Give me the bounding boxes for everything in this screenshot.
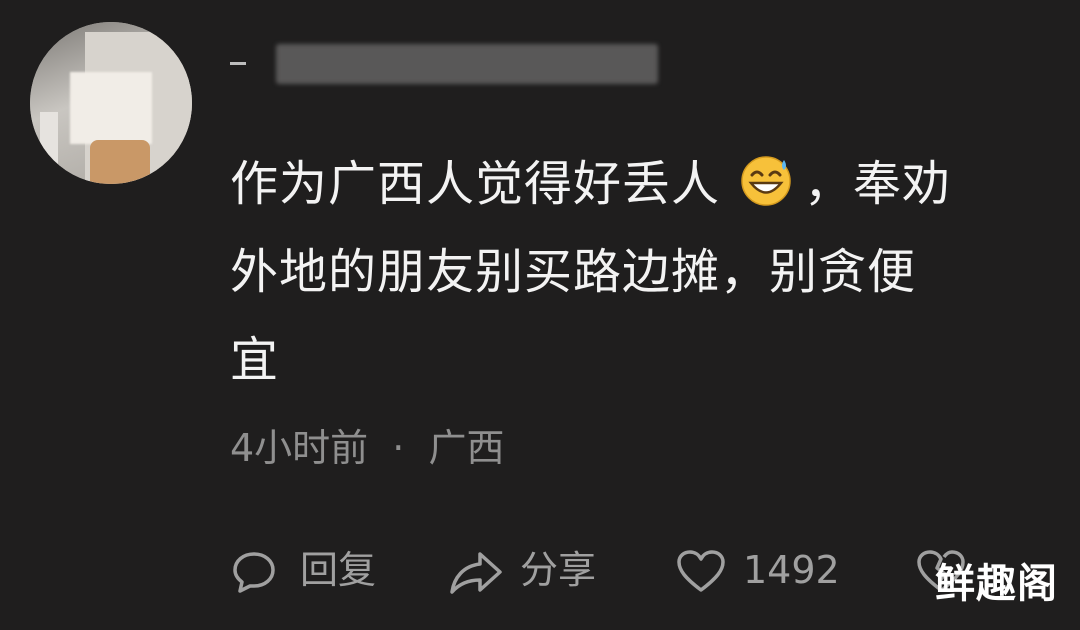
heart-icon — [677, 550, 725, 592]
share-arrow-icon — [450, 552, 502, 594]
username-dash — [230, 62, 246, 65]
reply-label: 回复 — [300, 548, 377, 592]
comment-location: 广西 — [428, 426, 505, 470]
grinning-face-with-sweat-icon — [738, 148, 794, 206]
username-redacted — [276, 44, 658, 84]
comment-meta: 4小时前 · 广西 — [230, 420, 504, 476]
avatar-chair — [90, 140, 150, 184]
comment-text: 作为广西人觉得好丢人 ，奉劝 外地的朋友别买路边摊，别贪便 宜 — [230, 140, 1050, 404]
watermark: 鲜趣阁 — [935, 561, 1058, 607]
comment-text-part-2: ，奉劝 — [804, 156, 952, 212]
like-button[interactable]: 1492 — [675, 542, 865, 598]
comment-line-3: 宜 — [230, 332, 280, 388]
avatar-object — [40, 112, 58, 184]
comment-line-2: 外地的朋友别买路边摊，别贪便 — [230, 244, 917, 300]
reply-button[interactable]: 回复 — [230, 542, 400, 598]
speech-bubble-icon — [233, 552, 275, 593]
comment-time: 4小时前 — [230, 426, 369, 470]
comment-text-part-1: 作为广西人觉得好丢人 — [230, 156, 721, 212]
comment-card: 作为广西人觉得好丢人 ，奉劝 外地的朋友别买路边摊，别贪便 宜 4小时前 · 广… — [0, 0, 1080, 630]
meta-separator: · — [392, 426, 405, 470]
share-label: 分享 — [520, 548, 597, 592]
like-count: 1492 — [743, 548, 840, 592]
avatar-blur-patch — [70, 72, 152, 144]
comment-line-1: 作为广西人觉得好丢人 ，奉劝 — [230, 140, 1050, 228]
share-button[interactable]: 分享 — [448, 542, 628, 598]
avatar[interactable] — [30, 22, 192, 184]
